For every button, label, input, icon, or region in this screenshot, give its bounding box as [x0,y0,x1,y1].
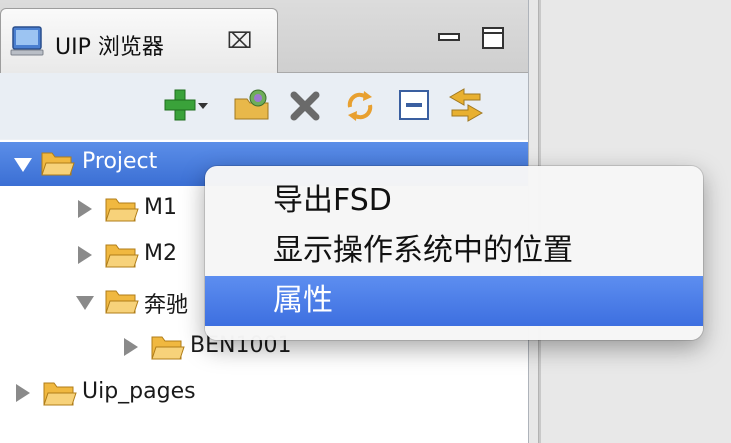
monitor-icon [10,26,44,56]
folder-open-icon [43,382,77,406]
menu-item-export-fsd[interactable]: 导出FSD [205,176,703,226]
tab-title: UIP 浏览器 [55,35,164,60]
tree-item-label: Project [82,149,158,174]
delete-icon[interactable] [286,85,326,125]
tree-item-label: M2 [144,241,177,266]
tree-item-uip-pages[interactable]: Uip_pages [0,372,528,416]
collapse-arrow-icon[interactable] [78,246,92,264]
collapse-arrow-icon[interactable] [124,338,138,356]
folder-open-icon [105,244,139,268]
folder-open-icon [105,198,139,222]
maximize-icon[interactable] [481,26,505,50]
context-menu: 导出FSD 显示操作系统中的位置 属性 [205,166,703,340]
folder-open-icon [151,336,185,360]
add-icon[interactable] [160,85,200,125]
expand-arrow-icon[interactable] [14,158,32,172]
refresh-icon[interactable] [340,85,380,125]
tree-item-label: 奔驰 [144,293,189,318]
tab-uip-browser[interactable]: UIP 浏览器 ⌧ [0,8,278,73]
folder-open-icon [105,290,139,314]
folder-open-icon [41,152,75,176]
collapse-arrow-icon[interactable] [78,200,92,218]
dropdown-arrow-icon[interactable] [196,85,210,125]
tree-item-label: Uip_pages [82,379,196,404]
view-tab-bar: UIP 浏览器 ⌧ [0,0,528,73]
close-x-icon[interactable]: ⌧ [227,31,252,53]
minimize-icon[interactable] [437,28,461,52]
open-project-icon[interactable] [232,85,272,125]
collapse-arrow-icon[interactable] [16,384,30,402]
tree-item-label: M1 [144,195,177,220]
collapse-all-icon[interactable] [394,85,434,125]
view-toolbar [0,73,528,139]
menu-item-show-in-system[interactable]: 显示操作系统中的位置 [205,226,703,276]
expand-arrow-icon[interactable] [76,296,94,310]
link-with-editor-icon[interactable] [446,85,486,125]
menu-item-properties[interactable]: 属性 [205,276,703,326]
